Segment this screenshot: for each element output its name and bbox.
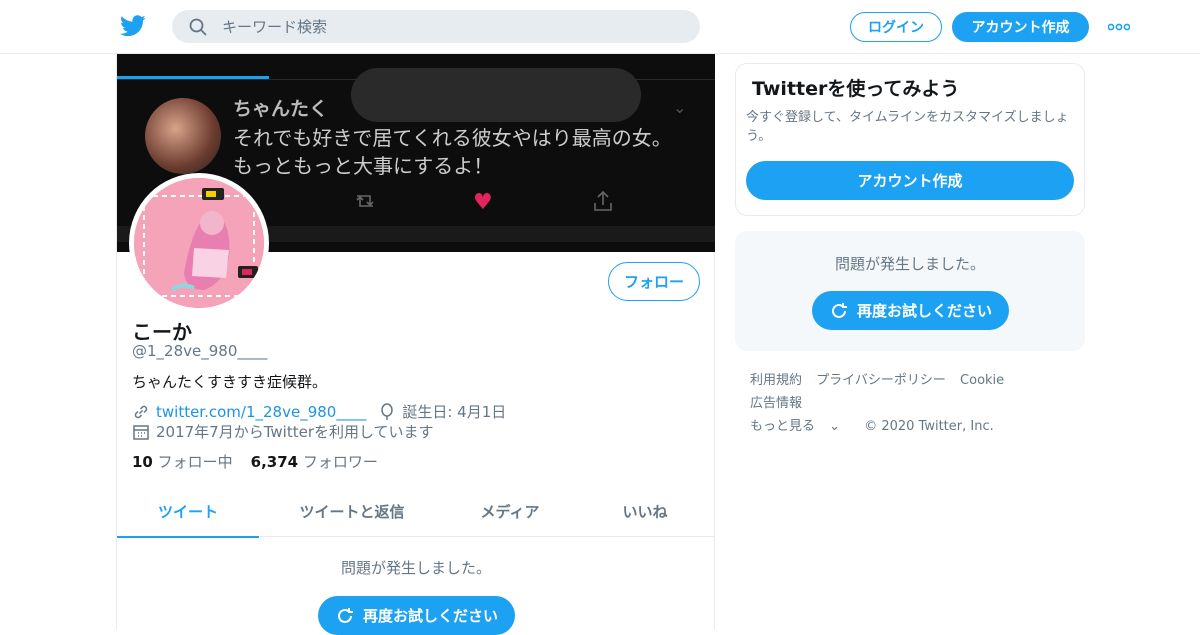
share-icon xyxy=(594,190,612,211)
footer-link-ads[interactable]: 広告情報 xyxy=(750,396,802,411)
profile-bio: ちゃんたくすきすき症候群。 xyxy=(132,373,328,391)
retweet-icon xyxy=(356,195,374,207)
profile-meta-row: twitter.com/1_28ve_980____ 誕生日: 4月1日 xyxy=(132,401,506,422)
promo-text: 今すぐ登録して、タイムラインをカスタマイズしましょう。 xyxy=(746,110,1069,144)
search-input[interactable] xyxy=(222,10,682,43)
chevron-down-icon: ⌄ xyxy=(673,98,687,117)
user-handle[interactable]: @1_28ve_980____ xyxy=(132,342,267,360)
footer-link-terms[interactable]: 利用規約 xyxy=(750,373,802,388)
search-icon xyxy=(189,18,207,36)
signup-promo-card: Twitterを使ってみよう 今すぐ登録して、タイムラインをカスタマイズしましょ… xyxy=(735,63,1085,216)
footer-more-link[interactable]: もっと見る ⌄ xyxy=(750,419,850,434)
sidebar-retry-button[interactable]: 再度お試しください xyxy=(812,291,1009,330)
follow-counts: 10 フォロー中 6,374 フォロワー xyxy=(132,451,378,472)
profile-website-link[interactable]: twitter.com/1_28ve_980____ xyxy=(156,403,366,421)
following-count-link[interactable]: 10 フォロー中 xyxy=(132,453,233,471)
more-dots-icon[interactable] xyxy=(1108,22,1130,32)
signup-button[interactable]: アカウント作成 xyxy=(952,12,1089,42)
profile-column: ちゃんたく それでも好きで居てくれる彼女やはり最高の女。 もっともっと大事にする… xyxy=(116,54,715,635)
tab-tweets-and-replies[interactable]: ツイートと返信 xyxy=(259,486,445,537)
balloon-icon xyxy=(381,402,394,420)
sidebar-retry-label: 再度お試しください xyxy=(856,302,992,320)
heart-icon: ♥ xyxy=(473,190,493,215)
login-button[interactable]: ログイン xyxy=(850,12,942,42)
footer-copyright: © 2020 Twitter, Inc. xyxy=(864,419,994,434)
banner-tweet-line-1: それでも好きで居てくれる彼女やはり最高の女。 xyxy=(233,126,672,150)
avatar-illustration xyxy=(134,178,264,308)
tab-media[interactable]: メディア xyxy=(445,486,575,537)
banner-tweet-line-2: もっともっと大事にするよ！ xyxy=(233,154,494,178)
banner-ghost-pill xyxy=(351,68,641,122)
display-name: こーか xyxy=(132,320,192,344)
profile-tabs: ツイート ツイートと返信 メディア いいね xyxy=(117,486,715,538)
link-icon xyxy=(134,405,148,418)
tab-tweets[interactable]: ツイート xyxy=(117,486,259,538)
twitter-bird-icon[interactable] xyxy=(120,14,146,38)
followers-count-link[interactable]: 6,374 フォロワー xyxy=(251,453,378,471)
promo-title: Twitterを使ってみよう xyxy=(752,78,960,100)
following-count: 10 xyxy=(132,453,153,471)
avatar-image xyxy=(134,178,264,308)
profile-avatar[interactable] xyxy=(129,173,269,313)
profile-joined-row: 2017年7月からTwitterを利用しています xyxy=(132,421,434,442)
footer-more-label: もっと見る xyxy=(750,419,816,434)
followers-label: フォロワー xyxy=(302,453,378,471)
footer-link-privacy[interactable]: プライバシーポリシー xyxy=(816,373,946,388)
refresh-icon xyxy=(338,607,353,623)
promo-signup-button[interactable]: アカウント作成 xyxy=(746,161,1074,200)
banner-tweet-author: ちゃんたく xyxy=(233,98,329,120)
profile-joined-date: 2017年7月からTwitterを利用しています xyxy=(156,423,434,441)
top-navigation-bar: ログイン アカウント作成 xyxy=(0,0,1200,54)
sidebar-error-box: 問題が発生しました。 再度お試しください xyxy=(735,231,1085,351)
refresh-icon xyxy=(832,302,847,318)
footer-links: 利用規約 プライバシーポリシー Cookie 広告情報 もっと見る ⌄ © 20… xyxy=(750,369,1080,438)
tab-likes[interactable]: いいね xyxy=(575,486,715,537)
calendar-icon xyxy=(133,424,149,440)
timeline-retry-button[interactable]: 再度お試しください xyxy=(318,596,515,635)
timeline-error-message: 問題が発生しました。 xyxy=(340,559,491,577)
timeline-retry-label: 再度お試しください xyxy=(362,607,498,625)
sidebar-error-message: 問題が発生しました。 xyxy=(834,255,985,273)
footer-link-cookie[interactable]: Cookie xyxy=(960,373,1004,388)
followers-count: 6,374 xyxy=(250,453,299,471)
search-box[interactable] xyxy=(172,10,700,43)
following-label: フォロー中 xyxy=(157,453,233,471)
follow-button[interactable]: フォロー xyxy=(608,262,700,301)
chevron-down-icon: ⌄ xyxy=(829,419,841,434)
banner-tweet-avatar xyxy=(145,98,221,174)
profile-birthday: 誕生日: 4月1日 xyxy=(402,403,507,421)
